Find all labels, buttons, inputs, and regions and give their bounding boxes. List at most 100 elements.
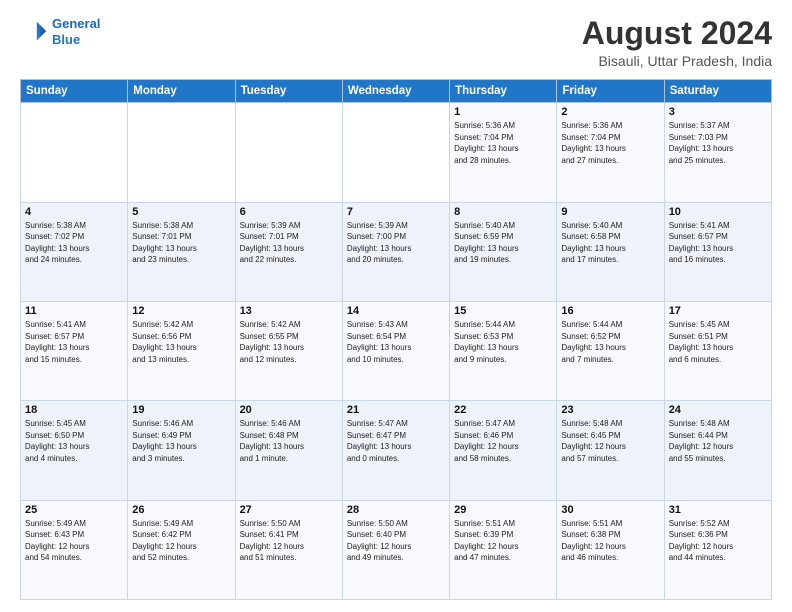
day-info: Sunrise: 5:42 AM Sunset: 6:56 PM Dayligh… xyxy=(132,319,230,365)
day-number: 14 xyxy=(347,305,445,317)
day-number: 23 xyxy=(561,404,659,416)
calendar-cell: 10 Sunrise: 5:41 AM Sunset: 6:57 PM Dayli… xyxy=(664,202,771,301)
day-number: 17 xyxy=(669,305,767,317)
calendar-cell: 4 Sunrise: 5:38 AM Sunset: 7:02 PM Daylig… xyxy=(21,202,128,301)
day-info: Sunrise: 5:52 AM Sunset: 6:36 PM Dayligh… xyxy=(669,518,767,564)
col-sunday: Sunday xyxy=(21,80,128,103)
header-row: Sunday Monday Tuesday Wednesday Thursday… xyxy=(21,80,772,103)
calendar-cell: 23 Sunrise: 5:48 AM Sunset: 6:45 PM Dayli… xyxy=(557,401,664,500)
day-number: 24 xyxy=(669,404,767,416)
day-info: Sunrise: 5:40 AM Sunset: 6:59 PM Dayligh… xyxy=(454,220,552,266)
day-info: Sunrise: 5:38 AM Sunset: 7:01 PM Dayligh… xyxy=(132,220,230,266)
day-number: 25 xyxy=(25,504,123,516)
day-info: Sunrise: 5:51 AM Sunset: 6:39 PM Dayligh… xyxy=(454,518,552,564)
day-info: Sunrise: 5:50 AM Sunset: 6:40 PM Dayligh… xyxy=(347,518,445,564)
day-number: 1 xyxy=(454,106,552,118)
day-number: 15 xyxy=(454,305,552,317)
calendar-subtitle: Bisauli, Uttar Pradesh, India xyxy=(582,53,772,69)
calendar-cell: 3 Sunrise: 5:37 AM Sunset: 7:03 PM Daylig… xyxy=(664,103,771,202)
calendar-cell: 19Sunrise: 5:46 AM Sunset: 6:49 PM Dayli… xyxy=(128,401,235,500)
logo-line2: Blue xyxy=(52,32,80,47)
calendar-body: 1 Sunrise: 5:36 AM Sunset: 7:04 PM Daylig… xyxy=(21,103,772,600)
day-info: Sunrise: 5:36 AM Sunset: 7:04 PM Dayligh… xyxy=(454,120,552,166)
calendar-cell: 20Sunrise: 5:46 AM Sunset: 6:48 PM Dayli… xyxy=(235,401,342,500)
day-info: Sunrise: 5:48 AM Sunset: 6:45 PM Dayligh… xyxy=(561,418,659,464)
day-info: Sunrise: 5:49 AM Sunset: 6:42 PM Dayligh… xyxy=(132,518,230,564)
col-friday: Friday xyxy=(557,80,664,103)
calendar-cell: 11 Sunrise: 5:41 AM Sunset: 6:57 PM Dayli… xyxy=(21,301,128,400)
day-number: 20 xyxy=(240,404,338,416)
day-info: Sunrise: 5:50 AM Sunset: 6:41 PM Dayligh… xyxy=(240,518,338,564)
calendar-cell: 2 Sunrise: 5:36 AM Sunset: 7:04 PM Daylig… xyxy=(557,103,664,202)
day-info: Sunrise: 5:37 AM Sunset: 7:03 PM Dayligh… xyxy=(669,120,767,166)
day-number: 29 xyxy=(454,504,552,516)
day-info: Sunrise: 5:38 AM Sunset: 7:02 PM Dayligh… xyxy=(25,220,123,266)
day-number: 18 xyxy=(25,404,123,416)
logo-text: General Blue xyxy=(52,16,100,47)
calendar-cell: 18 Sunrise: 5:45 AM Sunset: 6:50 PM Dayli… xyxy=(21,401,128,500)
day-number: 11 xyxy=(25,305,123,317)
week-row-4: 25 Sunrise: 5:49 AM Sunset: 6:43 PM Dayli… xyxy=(21,500,772,599)
day-info: Sunrise: 5:45 AM Sunset: 6:50 PM Dayligh… xyxy=(25,418,123,464)
calendar-table: Sunday Monday Tuesday Wednesday Thursday… xyxy=(20,79,772,600)
day-info: Sunrise: 5:45 AM Sunset: 6:51 PM Dayligh… xyxy=(669,319,767,365)
day-info: Sunrise: 5:43 AM Sunset: 6:54 PM Dayligh… xyxy=(347,319,445,365)
day-number: 21 xyxy=(347,404,445,416)
day-number: 9 xyxy=(561,206,659,218)
day-info: Sunrise: 5:39 AM Sunset: 7:00 PM Dayligh… xyxy=(347,220,445,266)
day-info: Sunrise: 5:41 AM Sunset: 6:57 PM Dayligh… xyxy=(669,220,767,266)
day-info: Sunrise: 5:44 AM Sunset: 6:52 PM Dayligh… xyxy=(561,319,659,365)
day-number: 2 xyxy=(561,106,659,118)
calendar-title: August 2024 xyxy=(582,16,772,51)
day-info: Sunrise: 5:47 AM Sunset: 6:47 PM Dayligh… xyxy=(347,418,445,464)
calendar-cell: 13 Sunrise: 5:42 AM Sunset: 6:55 PM Dayli… xyxy=(235,301,342,400)
day-number: 31 xyxy=(669,504,767,516)
day-info: Sunrise: 5:41 AM Sunset: 6:57 PM Dayligh… xyxy=(25,319,123,365)
week-row-1: 4 Sunrise: 5:38 AM Sunset: 7:02 PM Daylig… xyxy=(21,202,772,301)
calendar-cell: 26Sunrise: 5:49 AM Sunset: 6:42 PM Dayli… xyxy=(128,500,235,599)
week-row-3: 18 Sunrise: 5:45 AM Sunset: 6:50 PM Dayli… xyxy=(21,401,772,500)
calendar-cell: 14 Sunrise: 5:43 AM Sunset: 6:54 PM Dayli… xyxy=(342,301,449,400)
calendar-cell: 25 Sunrise: 5:49 AM Sunset: 6:43 PM Dayli… xyxy=(21,500,128,599)
day-number: 8 xyxy=(454,206,552,218)
logo-line1: General xyxy=(52,16,100,31)
week-row-0: 1 Sunrise: 5:36 AM Sunset: 7:04 PM Daylig… xyxy=(21,103,772,202)
day-number: 13 xyxy=(240,305,338,317)
calendar-cell xyxy=(21,103,128,202)
col-monday: Monday xyxy=(128,80,235,103)
calendar-cell: 7Sunrise: 5:39 AM Sunset: 7:00 PM Daylig… xyxy=(342,202,449,301)
calendar-cell: 21 Sunrise: 5:47 AM Sunset: 6:47 PM Dayli… xyxy=(342,401,449,500)
calendar-cell xyxy=(235,103,342,202)
calendar-cell: 5Sunrise: 5:38 AM Sunset: 7:01 PM Daylig… xyxy=(128,202,235,301)
day-number: 3 xyxy=(669,106,767,118)
day-number: 28 xyxy=(347,504,445,516)
day-number: 22 xyxy=(454,404,552,416)
day-number: 4 xyxy=(25,206,123,218)
title-block: August 2024 Bisauli, Uttar Pradesh, Indi… xyxy=(582,16,772,69)
calendar-cell: 31 Sunrise: 5:52 AM Sunset: 6:36 PM Dayli… xyxy=(664,500,771,599)
calendar-cell: 28 Sunrise: 5:50 AM Sunset: 6:40 PM Dayli… xyxy=(342,500,449,599)
calendar-cell: 15 Sunrise: 5:44 AM Sunset: 6:53 PM Dayli… xyxy=(450,301,557,400)
week-row-2: 11 Sunrise: 5:41 AM Sunset: 6:57 PM Dayli… xyxy=(21,301,772,400)
calendar-cell xyxy=(128,103,235,202)
calendar-cell: 16Sunrise: 5:44 AM Sunset: 6:52 PM Dayli… xyxy=(557,301,664,400)
day-number: 27 xyxy=(240,504,338,516)
day-info: Sunrise: 5:42 AM Sunset: 6:55 PM Dayligh… xyxy=(240,319,338,365)
calendar-cell: 30Sunrise: 5:51 AM Sunset: 6:38 PM Dayli… xyxy=(557,500,664,599)
page-header: General Blue August 2024 Bisauli, Uttar … xyxy=(20,16,772,69)
logo: General Blue xyxy=(20,16,100,47)
day-number: 10 xyxy=(669,206,767,218)
day-number: 19 xyxy=(132,404,230,416)
day-info: Sunrise: 5:48 AM Sunset: 6:44 PM Dayligh… xyxy=(669,418,767,464)
calendar-cell: 8 Sunrise: 5:40 AM Sunset: 6:59 PM Daylig… xyxy=(450,202,557,301)
day-info: Sunrise: 5:36 AM Sunset: 7:04 PM Dayligh… xyxy=(561,120,659,166)
calendar-cell: 9Sunrise: 5:40 AM Sunset: 6:58 PM Daylig… xyxy=(557,202,664,301)
col-tuesday: Tuesday xyxy=(235,80,342,103)
day-number: 30 xyxy=(561,504,659,516)
day-info: Sunrise: 5:44 AM Sunset: 6:53 PM Dayligh… xyxy=(454,319,552,365)
col-saturday: Saturday xyxy=(664,80,771,103)
calendar-cell: 24 Sunrise: 5:48 AM Sunset: 6:44 PM Dayli… xyxy=(664,401,771,500)
day-info: Sunrise: 5:49 AM Sunset: 6:43 PM Dayligh… xyxy=(25,518,123,564)
logo-icon xyxy=(20,18,48,46)
calendar-cell: 27 Sunrise: 5:50 AM Sunset: 6:41 PM Dayli… xyxy=(235,500,342,599)
